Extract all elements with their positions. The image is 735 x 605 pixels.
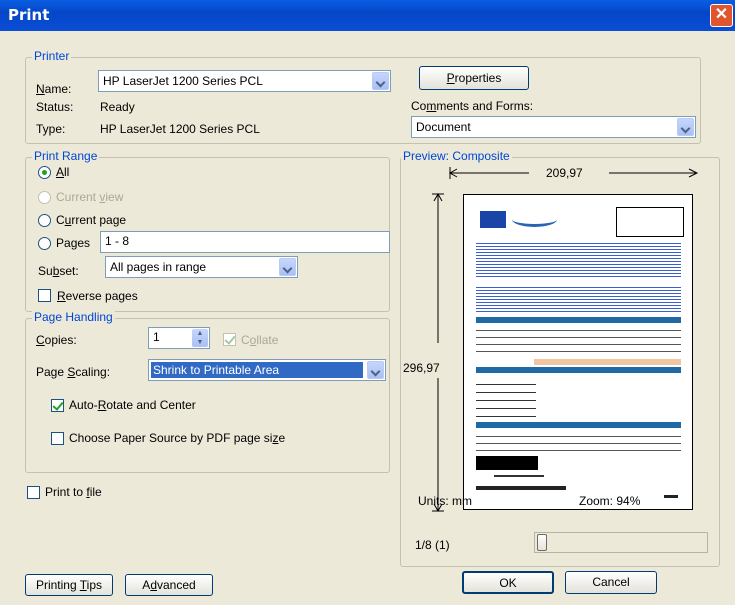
eu-flag-icon [480, 211, 506, 228]
pages-range-input[interactable]: 1 - 8 [100, 231, 390, 253]
printer-group: Printer Name: HP LaserJet 1200 Series PC… [25, 49, 701, 144]
preview-legend: Preview: Composite [401, 149, 512, 163]
advanced-button[interactable]: Advanced [125, 574, 213, 596]
form-rows [476, 377, 536, 419]
text-block [476, 285, 681, 313]
radio-current-page-label[interactable]: Current page [56, 213, 126, 227]
printer-status-label: Status: [36, 100, 74, 114]
print-range-legend: Print Range [32, 149, 100, 163]
spinner-arrows-icon[interactable]: ▲ ▼ [192, 329, 208, 347]
height-dimension-line [432, 193, 444, 513]
page-scaling-label: Page Scaling: [36, 365, 111, 379]
ok-button[interactable]: OK [462, 571, 554, 594]
print-range-group: Print Range All Current view Current pag… [25, 149, 390, 312]
printer-type-value: HP LaserJet 1200 Series PCL [100, 122, 260, 136]
comments-forms-label: Comments and Forms: [411, 99, 534, 113]
dialog-title: Print [8, 6, 50, 24]
page-handling-legend: Page Handling [32, 310, 115, 324]
reverse-pages-label[interactable]: Reverse pages [57, 289, 138, 303]
print-to-file-label[interactable]: Print to file [45, 485, 102, 499]
programme-logo [512, 212, 557, 227]
radio-current-view-label: Current view [56, 190, 124, 204]
collate-checkbox [223, 333, 236, 346]
text-block [476, 241, 681, 279]
auto-rotate-label[interactable]: Auto-Rotate and Center [69, 398, 196, 412]
copies-spinner[interactable]: 1 ▲ ▼ [148, 327, 210, 349]
reverse-pages-checkbox[interactable] [38, 289, 51, 302]
page-indicator: 1/8 (1) [415, 538, 450, 552]
collate-label: Collate [241, 333, 279, 347]
highlight-field [534, 359, 681, 365]
page-scaling-value: Shrink to Printable Area [151, 362, 363, 378]
title-bar: Print ✕ [0, 0, 735, 31]
radio-current-view [38, 191, 51, 204]
chevron-down-icon[interactable] [677, 118, 694, 136]
pages-range-value: 1 - 8 [105, 234, 130, 248]
printer-name-select[interactable]: HP LaserJet 1200 Series PCL [98, 70, 391, 92]
page-scaling-select[interactable]: Shrink to Printable Area [148, 359, 386, 381]
print-to-file-checkbox[interactable] [27, 486, 40, 499]
slider-thumb[interactable] [537, 534, 547, 551]
subset-select[interactable]: All pages in range [105, 256, 298, 278]
redacted-box [476, 456, 538, 470]
zoom-label: Zoom: 94% [579, 494, 641, 508]
subset-label: Subset: [38, 264, 79, 278]
section-header [476, 317, 681, 323]
form-rows [476, 431, 681, 453]
radio-current-page[interactable] [38, 214, 51, 227]
signature-line [494, 475, 544, 477]
preview-page-slider[interactable] [534, 532, 708, 553]
subset-value: All pages in range [110, 260, 207, 274]
preview-width-value: 209,97 [546, 166, 583, 180]
printer-name-label: Name: [36, 82, 72, 96]
paper-source-checkbox[interactable] [51, 432, 64, 445]
printer-legend: Printer [32, 49, 72, 63]
paper-source-label[interactable]: Choose Paper Source by PDF page size [69, 431, 285, 445]
copies-label: Copies: [36, 333, 77, 347]
auto-rotate-checkbox[interactable] [51, 399, 64, 412]
radio-pages-label[interactable]: Pages [56, 236, 90, 250]
page-preview [463, 194, 693, 510]
comments-forms-value: Document [416, 120, 471, 134]
printer-name-value: HP LaserJet 1200 Series PCL [103, 74, 263, 88]
section-header [476, 367, 681, 373]
page-handling-group: Page Handling Copies: 1 ▲ ▼ Collate Page … [25, 310, 390, 473]
radio-all-label[interactable]: All [56, 165, 69, 179]
page-number [664, 495, 678, 498]
preview-height-value: 296,97 [403, 361, 440, 375]
preview-group: Preview: Composite 209,97 296,97 Units: … [400, 149, 720, 567]
form-rows [476, 326, 681, 356]
copies-value: 1 [153, 330, 160, 344]
chevron-down-icon[interactable] [372, 72, 389, 90]
close-icon: ✕ [714, 6, 729, 23]
units-label: Units: mm [418, 494, 472, 508]
properties-button[interactable]: Properties [419, 66, 529, 90]
chevron-down-icon[interactable] [367, 361, 384, 379]
radio-all[interactable] [38, 166, 51, 179]
form-header-box [616, 207, 684, 237]
chevron-down-icon[interactable] [279, 258, 296, 276]
section-header [476, 422, 681, 428]
close-button[interactable]: ✕ [710, 4, 733, 27]
comments-forms-select[interactable]: Document [411, 116, 696, 138]
printing-tips-button[interactable]: Printing Tips [25, 574, 113, 596]
footer-text [476, 486, 566, 490]
printer-type-label: Type: [36, 122, 66, 136]
cancel-button[interactable]: Cancel [565, 571, 657, 594]
printer-status-value: Ready [100, 100, 135, 114]
radio-pages[interactable] [38, 237, 51, 250]
